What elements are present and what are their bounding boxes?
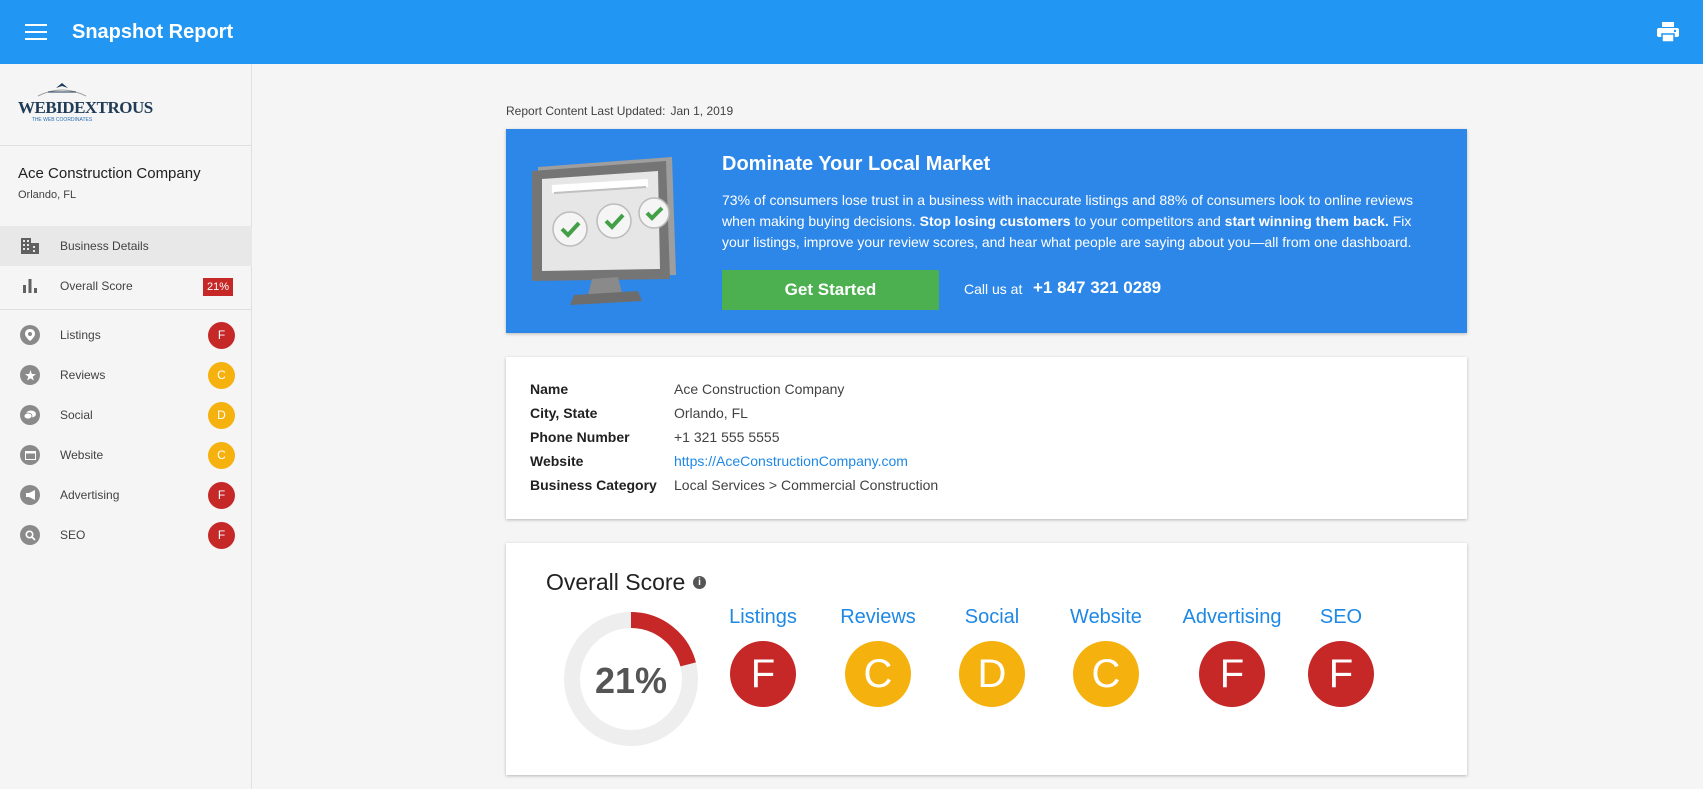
megaphone-icon [20, 485, 40, 505]
divider [0, 145, 252, 146]
bar-chart-icon [20, 276, 40, 296]
logo-tagline: THE WEB COORDINATES [31, 117, 93, 123]
detail-value: Local Services > Commercial Construction [674, 477, 939, 493]
detail-label: Phone Number [530, 429, 630, 445]
sidebar-item-reviews[interactable]: Reviews C [0, 355, 252, 395]
sidebar-item-label: Overall Score [60, 279, 133, 293]
promo-body-emphasis: start winning them back. [1224, 213, 1389, 229]
category-grade: C [845, 641, 911, 707]
sidebar-item-website[interactable]: Website C [0, 435, 252, 475]
sidebar: WEBIDEXTROUS THE WEB COORDINATES Ace Con… [0, 64, 252, 789]
sidebar-item-label: Listings [60, 328, 101, 342]
sidebar-business-location: Orlando, FL [18, 189, 77, 201]
category-label: Reviews [840, 606, 916, 628]
app-bar: Snapshot Report [0, 0, 1703, 64]
monitor-illustration [532, 157, 676, 305]
detail-label: Business Category [530, 477, 657, 493]
divider [0, 309, 252, 310]
sidebar-business-name: Ace Construction Company [18, 165, 201, 182]
grade-badge: F [208, 322, 235, 349]
category-seo[interactable]: SEO F [1276, 606, 1406, 707]
sidebar-item-advertising[interactable]: Advertising F [0, 475, 252, 515]
company-logo: WEBIDEXTROUS THE WEB COORDINATES [18, 82, 153, 126]
sidebar-item-label: Advertising [60, 488, 120, 502]
category-label: SEO [1319, 606, 1363, 628]
grade-badge: D [208, 402, 235, 429]
category-grade: F [1308, 641, 1374, 707]
print-icon[interactable] [1657, 22, 1679, 42]
detail-label: Name [530, 381, 569, 397]
info-icon[interactable]: i [693, 576, 706, 589]
search-icon [20, 525, 40, 545]
app-title: Snapshot Report [72, 20, 234, 43]
report-updated: Report Content Last Updated: Jan 1, 2019 [506, 104, 733, 118]
browser-icon [20, 445, 40, 465]
logo-text: WEBIDEXTROUS [18, 98, 153, 117]
overall-score-value: 21% [594, 660, 668, 701]
sidebar-item-overall-score[interactable]: Overall Score 21% [0, 266, 252, 306]
detail-value: +1 321 555 5555 [674, 429, 780, 445]
overall-score-card: Overall Score i 21% Listings F Reviews C… [506, 543, 1467, 775]
chat-bubble-icon [20, 405, 40, 425]
detail-label: City, State [530, 405, 598, 421]
category-label: Website [1070, 606, 1142, 628]
call-us-label: Call us at [964, 281, 1023, 297]
sidebar-item-business-details[interactable]: Business Details [0, 226, 252, 266]
promo-title: Dominate Your Local Market [722, 153, 991, 175]
website-link[interactable]: https://AceConstructionCompany.com [674, 449, 908, 473]
menu-icon[interactable] [25, 24, 47, 40]
grade-badge: F [208, 482, 235, 509]
category-grade: C [1073, 641, 1139, 707]
sidebar-item-label: Reviews [60, 368, 106, 382]
sidebar-item-label: Website [60, 448, 104, 462]
detail-value: Ace Construction Company [674, 381, 845, 397]
sidebar-item-social[interactable]: Social D [0, 395, 252, 435]
grade-badge: C [208, 442, 235, 469]
business-details-card: Name Ace Construction Company City, Stat… [506, 357, 1467, 519]
category-reviews[interactable]: Reviews C [813, 606, 943, 707]
grade-badge: F [208, 522, 235, 549]
category-grade: D [959, 641, 1025, 707]
promo-body: 73% of consumers lose trust in a busines… [722, 190, 1442, 253]
sidebar-item-seo[interactable]: SEO F [0, 515, 252, 555]
category-listings[interactable]: Listings F [698, 606, 828, 707]
location-pin-icon [20, 325, 40, 345]
category-label: Social [964, 606, 1020, 628]
report-updated-date: Jan 1, 2019 [670, 104, 734, 118]
category-social[interactable]: Social D [927, 606, 1057, 707]
get-started-button[interactable]: Get Started [722, 270, 939, 310]
detail-label: Website [530, 453, 584, 469]
category-website[interactable]: Website C [1041, 606, 1171, 707]
category-grade: F [1199, 641, 1265, 707]
category-label: Listings [729, 606, 797, 628]
sidebar-item-label: Business Details [60, 239, 149, 253]
grade-badge: C [208, 362, 235, 389]
promo-body-text: to your competitors and [1070, 213, 1225, 229]
report-updated-label: Report Content Last Updated: [506, 104, 666, 118]
detail-value: Orlando, FL [674, 405, 748, 421]
building-icon [20, 236, 40, 256]
category-grade: F [730, 641, 796, 707]
sidebar-item-label: SEO [60, 528, 86, 542]
promo-body-emphasis: Stop losing customers [919, 213, 1071, 229]
phone-number[interactable]: +1 847 321 0289 [1033, 278, 1161, 298]
overall-score-title: Overall Score [546, 569, 686, 595]
star-icon [20, 365, 40, 385]
promo-banner: Dominate Your Local Market 73% of consum… [506, 129, 1467, 333]
score-badge: 21% [203, 278, 234, 296]
sidebar-item-label: Social [60, 408, 93, 422]
sidebar-item-listings[interactable]: Listings F [0, 315, 252, 355]
